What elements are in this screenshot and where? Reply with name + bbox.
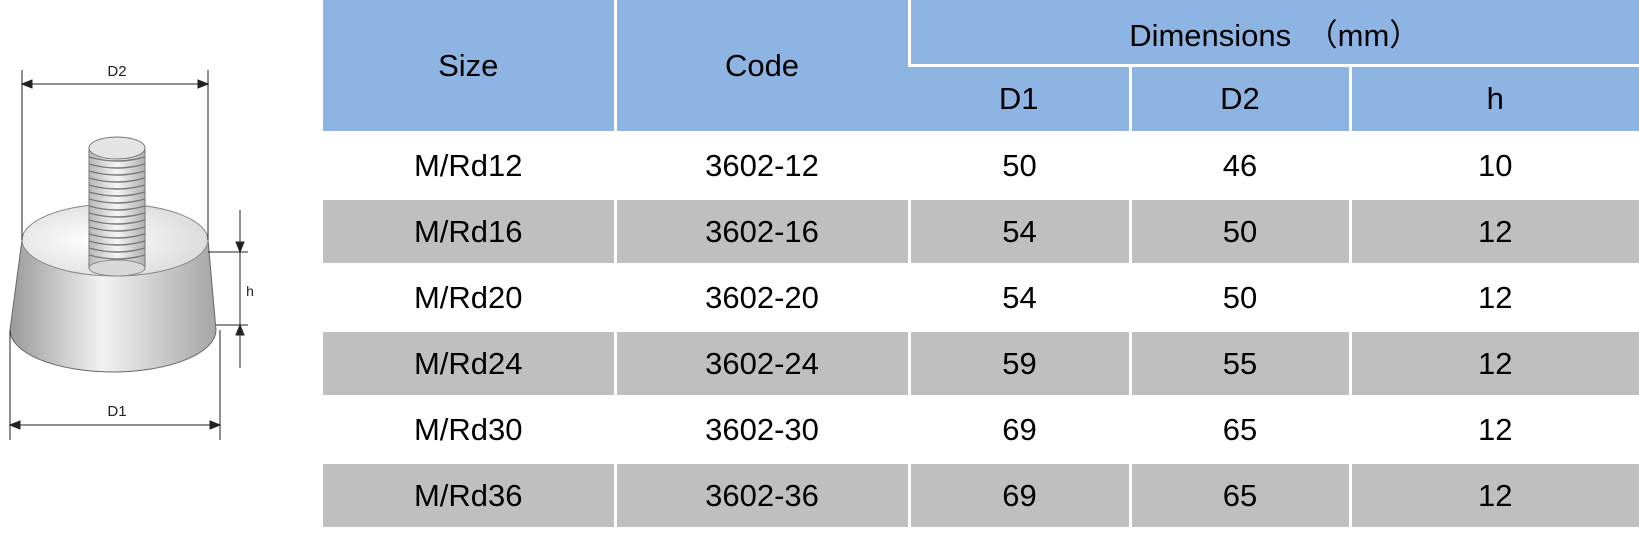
cell-size: M/Rd16: [323, 198, 615, 265]
cell-d2: 50: [1128, 198, 1350, 265]
cell-d2: 65: [1128, 396, 1350, 463]
cell-d1: 59: [907, 330, 1130, 397]
header-d1: D1: [909, 64, 1130, 133]
cell-d2: 65: [1128, 462, 1350, 527]
cell-code: 3602-30: [613, 396, 909, 463]
cell-code: 3602-24: [613, 330, 909, 397]
h-dimension-line: [208, 210, 248, 368]
cell-h: 12: [1348, 198, 1639, 265]
header-size: Size: [323, 0, 615, 133]
threaded-bolt: [88, 136, 146, 277]
cell-h: 10: [1348, 132, 1639, 199]
cell-h: 12: [1348, 396, 1639, 463]
header-row-top: Size Code Dimensions （mm）: [323, 0, 1639, 133]
cell-size: M/Rd12: [323, 132, 615, 199]
table-row: M/Rd24 3602-24 59 55 12: [323, 330, 1639, 397]
cell-d1: 54: [907, 198, 1130, 265]
cell-d2: 46: [1128, 132, 1350, 199]
cell-d2: 50: [1128, 264, 1350, 331]
cell-d1: 54: [907, 264, 1130, 331]
cell-size: M/Rd20: [323, 264, 615, 331]
cell-h: 12: [1348, 330, 1639, 397]
table-row: M/Rd16 3602-16 54 50 12: [323, 198, 1639, 265]
cell-code: 3602-16: [613, 198, 909, 265]
cell-h: 12: [1348, 264, 1639, 331]
cell-h: 12: [1348, 462, 1639, 527]
cell-code: 3602-36: [613, 462, 909, 527]
cell-d1: 50: [907, 132, 1130, 199]
header-h: h: [1348, 64, 1639, 133]
cell-code: 3602-12: [613, 132, 909, 199]
cell-size: M/Rd24: [323, 330, 615, 397]
header-d2: D2: [1128, 64, 1350, 133]
table-row: M/Rd12 3602-12 50 46 10: [323, 132, 1639, 199]
cell-d1: 69: [907, 396, 1130, 463]
cell-d2: 55: [1128, 330, 1350, 397]
cell-size: M/Rd36: [323, 462, 615, 527]
cell-size: M/Rd30: [323, 396, 615, 463]
table-row: M/Rd20 3602-20 54 50 12: [323, 264, 1639, 331]
buffer-drawing: D2 D1 h: [8, 63, 254, 440]
d1-label: D1: [107, 403, 126, 420]
h-label: h: [246, 283, 254, 299]
cell-code: 3602-20: [613, 264, 909, 331]
table-row: M/Rd30 3602-30 69 65 12: [323, 396, 1639, 463]
cell-d1: 69: [907, 462, 1130, 527]
spec-table: Size Code Dimensions （mm） D1 D2 h M/Rd12…: [323, 0, 1639, 527]
d2-label: D2: [107, 63, 126, 80]
header-dimensions: Dimensions （mm）: [907, 0, 1639, 66]
header-code: Code: [613, 0, 909, 133]
table-row: M/Rd36 3602-36 69 65 12: [323, 462, 1639, 527]
